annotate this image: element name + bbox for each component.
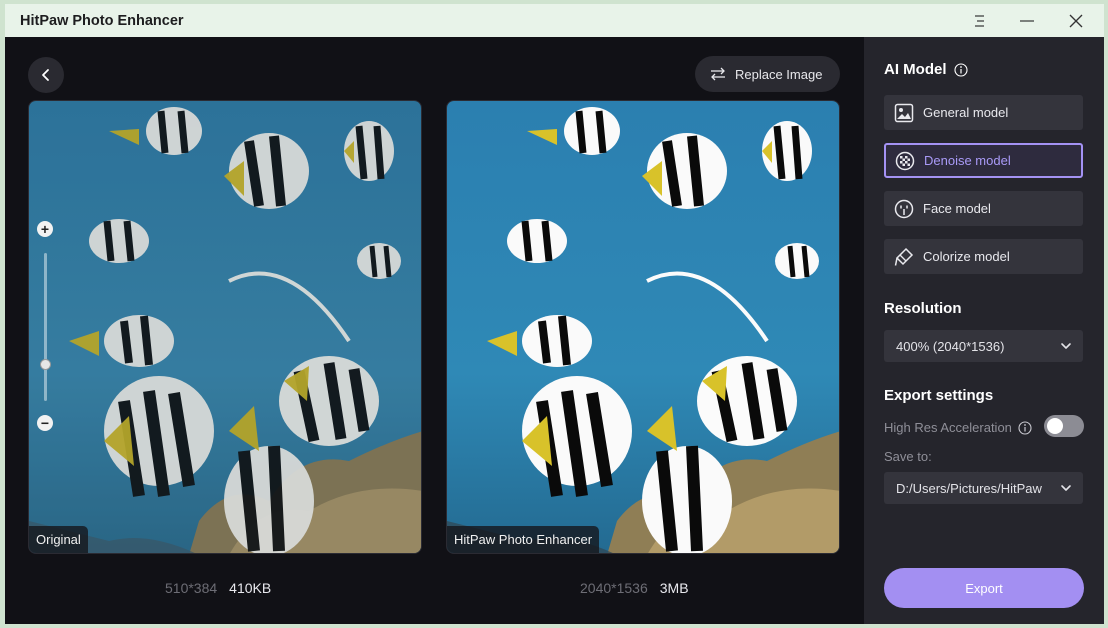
back-button[interactable] bbox=[28, 57, 64, 93]
original-photo bbox=[29, 101, 421, 553]
colorize-model-label: Colorize model bbox=[923, 249, 1010, 264]
app-title: HitPaw Photo Enhancer bbox=[20, 12, 184, 29]
toggle-knob bbox=[1047, 418, 1063, 434]
high-res-label: High Res Acceleration bbox=[884, 420, 1012, 435]
export-settings-heading: Export settings bbox=[884, 387, 993, 404]
colorize-model-button[interactable]: Colorize model bbox=[884, 239, 1083, 274]
export-settings-title: Export settings bbox=[884, 387, 994, 404]
minus-icon: − bbox=[40, 415, 50, 431]
save-to-label: Save to: bbox=[884, 449, 932, 464]
zoom-control: + − bbox=[36, 221, 54, 431]
export-button[interactable]: Export bbox=[884, 568, 1084, 608]
menu-icon bbox=[975, 15, 984, 27]
enhanced-photo bbox=[447, 101, 839, 553]
replace-image-label: Replace Image bbox=[735, 66, 823, 82]
minimize-icon bbox=[1020, 20, 1034, 22]
enhanced-file-size: 3MB bbox=[659, 580, 689, 596]
save-path-select[interactable]: D:/Users/Pictures/HitPaw bbox=[884, 472, 1083, 504]
close-button[interactable] bbox=[1063, 8, 1089, 34]
high-res-toggle[interactable] bbox=[1044, 415, 1084, 437]
enhanced-image-panel[interactable]: HitPaw Photo Enhancer bbox=[446, 100, 840, 554]
general-model-label: General model bbox=[923, 105, 1009, 120]
colorize-icon bbox=[894, 247, 914, 267]
original-dimensions: 510*384 bbox=[165, 580, 218, 596]
original-file-size: 410KB bbox=[229, 580, 272, 596]
face-icon bbox=[894, 199, 914, 219]
app-window: HitPaw Photo Enhancer Replace Image Orig… bbox=[5, 4, 1104, 624]
general-model-button[interactable]: General model bbox=[884, 95, 1083, 130]
denoise-model-button[interactable]: Denoise model bbox=[884, 143, 1083, 178]
close-icon bbox=[1069, 14, 1083, 28]
save-path-value: D:/Users/Pictures/HitPaw bbox=[896, 480, 1042, 496]
resolution-value: 400% (2040*1536) bbox=[896, 338, 1005, 354]
minimize-button[interactable] bbox=[1014, 8, 1040, 34]
high-res-acceleration-setting: High Res Acceleration bbox=[884, 420, 1032, 435]
original-info: 510*384 410KB bbox=[165, 580, 271, 596]
chevron-down-icon bbox=[1060, 340, 1072, 352]
resolution-select[interactable]: 400% (2040*1536) bbox=[884, 330, 1083, 362]
face-model-label: Face model bbox=[923, 201, 991, 216]
export-label: Export bbox=[965, 580, 1003, 596]
enhanced-dimensions: 2040*1536 bbox=[580, 580, 648, 596]
denoise-model-label: Denoise model bbox=[924, 153, 1011, 168]
settings-sidebar: AI Model General model Denoise model Fac… bbox=[864, 37, 1104, 624]
zoom-in-button[interactable]: + bbox=[37, 221, 53, 237]
zoom-out-button[interactable]: − bbox=[37, 415, 53, 431]
plus-icon: + bbox=[40, 221, 50, 237]
zoom-slider-track[interactable] bbox=[44, 253, 47, 401]
replace-image-button[interactable]: Replace Image bbox=[695, 56, 840, 92]
zoom-slider-thumb[interactable] bbox=[40, 359, 51, 370]
ai-model-heading: AI Model bbox=[884, 61, 968, 78]
swap-icon bbox=[710, 67, 726, 81]
face-model-button[interactable]: Face model bbox=[884, 191, 1083, 226]
menu-button[interactable] bbox=[967, 8, 993, 34]
info-icon[interactable] bbox=[1018, 420, 1032, 435]
enhanced-info: 2040*1536 3MB bbox=[580, 580, 689, 596]
resolution-title: Resolution bbox=[884, 300, 962, 317]
original-label: Original bbox=[29, 526, 88, 553]
chevron-left-icon bbox=[42, 69, 49, 81]
ai-model-title: AI Model bbox=[884, 61, 947, 78]
image-icon bbox=[894, 103, 914, 123]
resolution-heading: Resolution bbox=[884, 300, 962, 317]
chevron-down-icon bbox=[1060, 482, 1072, 494]
title-bar: HitPaw Photo Enhancer bbox=[5, 4, 1104, 37]
denoise-icon bbox=[895, 151, 915, 171]
original-image-panel[interactable]: Original bbox=[28, 100, 422, 554]
preview-area: Replace Image Original + − HitPaw Photo … bbox=[5, 37, 864, 624]
enhanced-label: HitPaw Photo Enhancer bbox=[447, 526, 600, 553]
info-icon[interactable] bbox=[953, 62, 968, 77]
